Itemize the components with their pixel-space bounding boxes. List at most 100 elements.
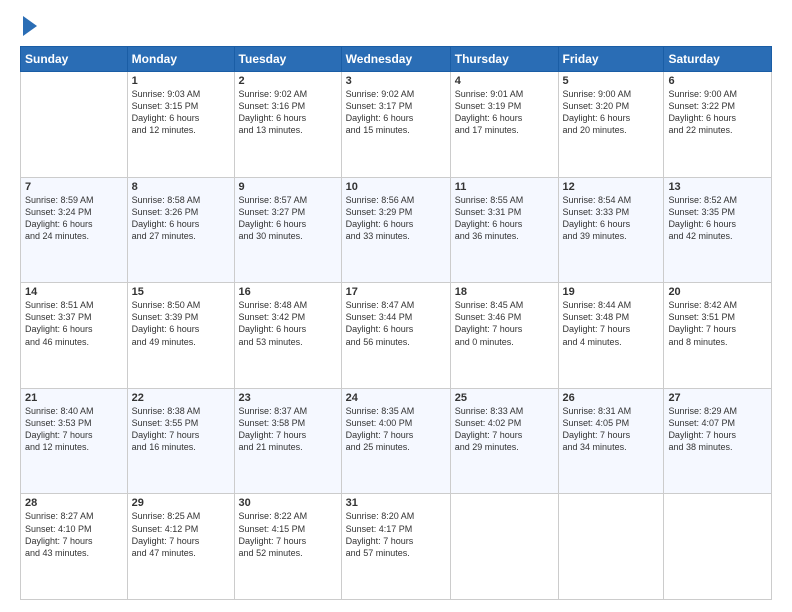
day-number: 16 [239,286,337,298]
day-info: Sunrise: 8:22 AMSunset: 4:15 PMDaylight:… [239,510,337,559]
calendar-cell: 30Sunrise: 8:22 AMSunset: 4:15 PMDayligh… [234,494,341,600]
day-number: 12 [563,181,660,193]
day-info: Sunrise: 8:45 AMSunset: 3:46 PMDaylight:… [455,299,554,348]
day-info: Sunrise: 8:40 AMSunset: 3:53 PMDaylight:… [25,405,123,454]
calendar-table: SundayMondayTuesdayWednesdayThursdayFrid… [20,46,772,600]
day-info: Sunrise: 8:31 AMSunset: 4:05 PMDaylight:… [563,405,660,454]
day-number: 7 [25,181,123,193]
weekday-header-saturday: Saturday [664,47,772,72]
calendar-cell: 17Sunrise: 8:47 AMSunset: 3:44 PMDayligh… [341,283,450,389]
day-info: Sunrise: 8:27 AMSunset: 4:10 PMDaylight:… [25,510,123,559]
day-info: Sunrise: 8:25 AMSunset: 4:12 PMDaylight:… [132,510,230,559]
calendar-cell: 27Sunrise: 8:29 AMSunset: 4:07 PMDayligh… [664,388,772,494]
calendar-cell: 11Sunrise: 8:55 AMSunset: 3:31 PMDayligh… [450,177,558,283]
day-info: Sunrise: 8:56 AMSunset: 3:29 PMDaylight:… [346,194,446,243]
week-row-2: 7Sunrise: 8:59 AMSunset: 3:24 PMDaylight… [21,177,772,283]
calendar-cell [664,494,772,600]
day-number: 13 [668,181,767,193]
day-number: 3 [346,75,446,87]
calendar-cell: 24Sunrise: 8:35 AMSunset: 4:00 PMDayligh… [341,388,450,494]
day-number: 25 [455,392,554,404]
day-info: Sunrise: 8:47 AMSunset: 3:44 PMDaylight:… [346,299,446,348]
day-number: 4 [455,75,554,87]
day-number: 28 [25,497,123,509]
calendar-cell: 26Sunrise: 8:31 AMSunset: 4:05 PMDayligh… [558,388,664,494]
calendar-cell: 4Sunrise: 9:01 AMSunset: 3:19 PMDaylight… [450,72,558,178]
day-number: 2 [239,75,337,87]
day-info: Sunrise: 9:02 AMSunset: 3:16 PMDaylight:… [239,88,337,137]
calendar-cell [558,494,664,600]
day-number: 6 [668,75,767,87]
logo-arrow-icon [23,16,37,36]
page: SundayMondayTuesdayWednesdayThursdayFrid… [0,0,792,612]
calendar-cell: 18Sunrise: 8:45 AMSunset: 3:46 PMDayligh… [450,283,558,389]
day-info: Sunrise: 8:50 AMSunset: 3:39 PMDaylight:… [132,299,230,348]
week-row-3: 14Sunrise: 8:51 AMSunset: 3:37 PMDayligh… [21,283,772,389]
day-number: 15 [132,286,230,298]
header [20,18,772,36]
day-info: Sunrise: 8:59 AMSunset: 3:24 PMDaylight:… [25,194,123,243]
weekday-header-row: SundayMondayTuesdayWednesdayThursdayFrid… [21,47,772,72]
calendar-cell: 3Sunrise: 9:02 AMSunset: 3:17 PMDaylight… [341,72,450,178]
calendar-cell: 13Sunrise: 8:52 AMSunset: 3:35 PMDayligh… [664,177,772,283]
weekday-header-monday: Monday [127,47,234,72]
day-info: Sunrise: 8:37 AMSunset: 3:58 PMDaylight:… [239,405,337,454]
logo [20,18,37,36]
calendar-cell: 14Sunrise: 8:51 AMSunset: 3:37 PMDayligh… [21,283,128,389]
calendar-cell: 8Sunrise: 8:58 AMSunset: 3:26 PMDaylight… [127,177,234,283]
calendar-cell: 9Sunrise: 8:57 AMSunset: 3:27 PMDaylight… [234,177,341,283]
week-row-4: 21Sunrise: 8:40 AMSunset: 3:53 PMDayligh… [21,388,772,494]
calendar-cell: 10Sunrise: 8:56 AMSunset: 3:29 PMDayligh… [341,177,450,283]
calendar-cell: 20Sunrise: 8:42 AMSunset: 3:51 PMDayligh… [664,283,772,389]
weekday-header-wednesday: Wednesday [341,47,450,72]
week-row-5: 28Sunrise: 8:27 AMSunset: 4:10 PMDayligh… [21,494,772,600]
calendar-cell: 21Sunrise: 8:40 AMSunset: 3:53 PMDayligh… [21,388,128,494]
day-number: 10 [346,181,446,193]
day-number: 30 [239,497,337,509]
day-number: 1 [132,75,230,87]
day-info: Sunrise: 8:38 AMSunset: 3:55 PMDaylight:… [132,405,230,454]
day-number: 24 [346,392,446,404]
day-info: Sunrise: 9:03 AMSunset: 3:15 PMDaylight:… [132,88,230,137]
calendar-cell: 25Sunrise: 8:33 AMSunset: 4:02 PMDayligh… [450,388,558,494]
calendar-cell: 31Sunrise: 8:20 AMSunset: 4:17 PMDayligh… [341,494,450,600]
day-number: 5 [563,75,660,87]
day-number: 31 [346,497,446,509]
calendar-cell: 19Sunrise: 8:44 AMSunset: 3:48 PMDayligh… [558,283,664,389]
day-info: Sunrise: 8:33 AMSunset: 4:02 PMDaylight:… [455,405,554,454]
day-number: 20 [668,286,767,298]
weekday-header-tuesday: Tuesday [234,47,341,72]
day-info: Sunrise: 9:02 AMSunset: 3:17 PMDaylight:… [346,88,446,137]
calendar-cell: 22Sunrise: 8:38 AMSunset: 3:55 PMDayligh… [127,388,234,494]
calendar-cell: 7Sunrise: 8:59 AMSunset: 3:24 PMDaylight… [21,177,128,283]
calendar-cell: 28Sunrise: 8:27 AMSunset: 4:10 PMDayligh… [21,494,128,600]
day-info: Sunrise: 8:20 AMSunset: 4:17 PMDaylight:… [346,510,446,559]
day-number: 29 [132,497,230,509]
calendar-cell: 12Sunrise: 8:54 AMSunset: 3:33 PMDayligh… [558,177,664,283]
week-row-1: 1Sunrise: 9:03 AMSunset: 3:15 PMDaylight… [21,72,772,178]
day-number: 26 [563,392,660,404]
day-info: Sunrise: 8:48 AMSunset: 3:42 PMDaylight:… [239,299,337,348]
calendar-cell [21,72,128,178]
day-number: 9 [239,181,337,193]
day-info: Sunrise: 8:44 AMSunset: 3:48 PMDaylight:… [563,299,660,348]
day-number: 27 [668,392,767,404]
day-number: 19 [563,286,660,298]
day-info: Sunrise: 9:00 AMSunset: 3:22 PMDaylight:… [668,88,767,137]
calendar-cell: 6Sunrise: 9:00 AMSunset: 3:22 PMDaylight… [664,72,772,178]
day-info: Sunrise: 8:55 AMSunset: 3:31 PMDaylight:… [455,194,554,243]
calendar-cell: 23Sunrise: 8:37 AMSunset: 3:58 PMDayligh… [234,388,341,494]
calendar-cell: 16Sunrise: 8:48 AMSunset: 3:42 PMDayligh… [234,283,341,389]
calendar-cell: 5Sunrise: 9:00 AMSunset: 3:20 PMDaylight… [558,72,664,178]
day-info: Sunrise: 9:00 AMSunset: 3:20 PMDaylight:… [563,88,660,137]
calendar-cell: 15Sunrise: 8:50 AMSunset: 3:39 PMDayligh… [127,283,234,389]
day-number: 14 [25,286,123,298]
calendar-cell: 2Sunrise: 9:02 AMSunset: 3:16 PMDaylight… [234,72,341,178]
day-info: Sunrise: 8:58 AMSunset: 3:26 PMDaylight:… [132,194,230,243]
calendar-cell [450,494,558,600]
day-number: 23 [239,392,337,404]
day-number: 21 [25,392,123,404]
day-info: Sunrise: 8:35 AMSunset: 4:00 PMDaylight:… [346,405,446,454]
day-number: 17 [346,286,446,298]
day-info: Sunrise: 8:42 AMSunset: 3:51 PMDaylight:… [668,299,767,348]
